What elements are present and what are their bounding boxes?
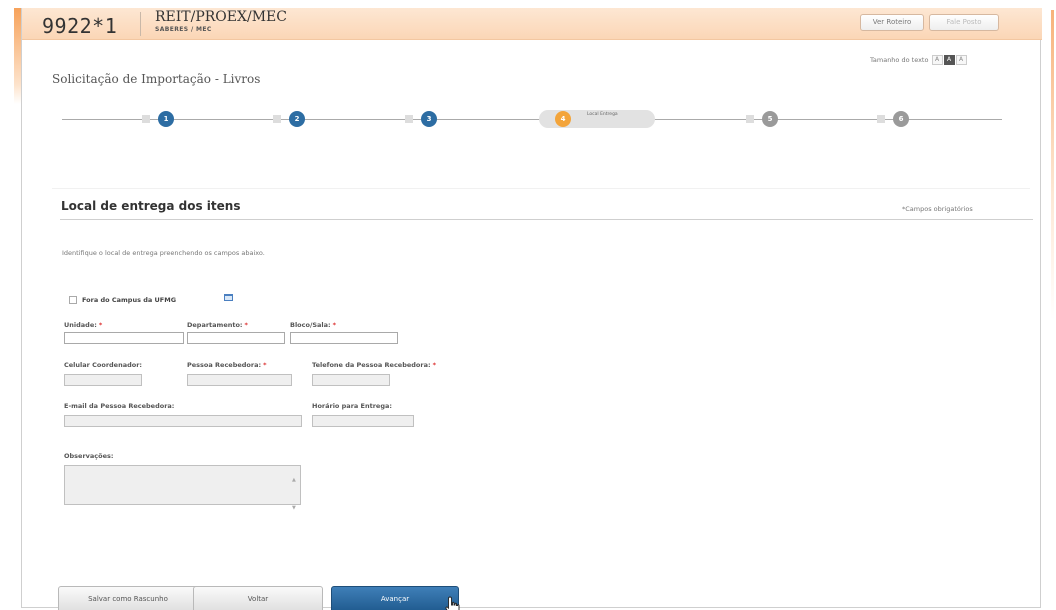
- step-2: 2: [273, 110, 313, 128]
- page-title: Solicitação de Importação - Livros: [52, 72, 261, 86]
- step-5-dot: 5: [762, 111, 778, 127]
- page-frame: 9922*1 REIT/PROEX/MEC SABERES / MEC Ver …: [21, 8, 1042, 610]
- step-tag: [273, 115, 281, 123]
- font-size-label: Tamanho do texto: [870, 56, 929, 64]
- step-tag: [142, 115, 150, 123]
- outside-campus-checkbox[interactable]: [69, 296, 77, 304]
- step-6-dot: 6: [893, 111, 909, 127]
- step-4-dot: 4: [555, 111, 571, 127]
- divider: [52, 188, 1030, 189]
- step-tag: [405, 115, 413, 123]
- celular-label: Celular Coordenador:: [64, 361, 143, 369]
- pessoa-label: Pessoa Recebedora: *: [187, 361, 267, 369]
- horario-input[interactable]: [312, 415, 414, 427]
- scroll-up-icon[interactable]: ▲: [292, 477, 296, 483]
- next-button[interactable]: Avançar: [331, 586, 459, 610]
- step-4: 4 Local Entrega: [539, 110, 655, 128]
- system-code: 9922*1: [42, 14, 118, 38]
- step-4-label: Local Entrega: [587, 112, 618, 117]
- side-accent-left: [14, 8, 21, 104]
- instruction-text: Identifique o local de entrega preenchen…: [62, 249, 265, 257]
- step-5: 5: [746, 110, 786, 128]
- step-tag: [746, 115, 754, 123]
- section-title: Local de entrega dos itens: [61, 199, 241, 213]
- outside-campus-label: Fora do Campus da UFMG: [82, 296, 177, 304]
- scroll-down-icon[interactable]: ▼: [292, 505, 296, 511]
- bloco-input[interactable]: [290, 332, 398, 344]
- email-input[interactable]: [64, 415, 302, 427]
- step-2-dot: 2: [289, 111, 305, 127]
- departamento-label: Departamento: *: [187, 321, 248, 329]
- step-1: 1: [142, 110, 182, 128]
- folder-icon[interactable]: [224, 294, 233, 301]
- stepper-line: [62, 119, 1002, 120]
- step-1-dot: 1: [158, 111, 174, 127]
- pessoa-input[interactable]: [187, 374, 292, 386]
- font-increase-button[interactable]: A: [955, 55, 967, 65]
- step-tag: [877, 115, 885, 123]
- step-3-dot: 3: [421, 111, 437, 127]
- bloco-label: Bloco/Sala: *: [290, 321, 337, 329]
- unidade-input[interactable]: [64, 332, 184, 344]
- telefone-input[interactable]: [312, 374, 390, 386]
- print-button[interactable]: Fale Posto: [929, 14, 999, 31]
- email-label: E-mail da Pessoa Recebedora:: [64, 402, 175, 410]
- step-3: 3: [405, 110, 445, 128]
- save-draft-button[interactable]: Salvar como Rascunho: [58, 586, 198, 610]
- step-6: 6: [877, 110, 917, 128]
- header-bar: 9922*1 REIT/PROEX/MEC SABERES / MEC Ver …: [22, 8, 1042, 40]
- telefone-label: Telefone da Pessoa Recebedora: *: [312, 361, 436, 369]
- header-separator: [140, 12, 141, 36]
- textarea-scrollbar[interactable]: ▲ ▼: [291, 477, 299, 511]
- celular-input[interactable]: [64, 374, 142, 386]
- org-subtitle: SABERES / MEC: [155, 26, 212, 33]
- departamento-input[interactable]: [187, 332, 285, 344]
- observacoes-textarea[interactable]: [64, 465, 301, 505]
- observacoes-label: Observações:: [64, 452, 114, 460]
- section-divider: [60, 219, 1033, 220]
- unidade-label: Unidade: *: [64, 321, 103, 329]
- font-size-control: Tamanho do texto AAA: [870, 55, 967, 65]
- back-button[interactable]: Voltar: [193, 586, 323, 610]
- side-accent-right: [1051, 10, 1054, 320]
- hand-cursor-icon: [445, 596, 460, 610]
- view-button[interactable]: Ver Roteiro: [860, 14, 924, 31]
- font-decrease-button[interactable]: A: [931, 55, 943, 65]
- horario-label: Horário para Entrega:: [312, 402, 392, 410]
- font-normal-button[interactable]: A: [943, 55, 955, 65]
- required-note: *Campos obrigatórios: [902, 205, 973, 213]
- org-title: REIT/PROEX/MEC: [155, 9, 287, 25]
